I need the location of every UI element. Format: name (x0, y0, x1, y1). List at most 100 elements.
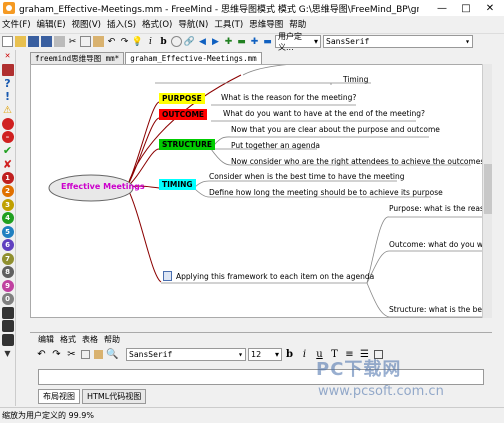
chevron-down-icon: ▾ (465, 37, 470, 46)
node-timing[interactable]: TIMING (159, 179, 196, 190)
bold-icon[interactable]: b (284, 349, 295, 360)
menu-navigate[interactable]: 导航(N) (178, 18, 208, 30)
node-timing-item-2[interactable]: Define how long the meeting should be to… (209, 188, 443, 197)
scrollbar-thumb[interactable] (484, 164, 492, 214)
note-icon[interactable] (171, 36, 182, 47)
arrow-right-icon[interactable]: ▶ (210, 36, 221, 47)
cut-icon[interactable]: ✂ (67, 36, 78, 47)
bold-icon[interactable]: b (158, 36, 169, 47)
stop-icon[interactable] (1, 117, 14, 130)
menu-tools[interactable]: 工具(T) (214, 18, 243, 30)
node-outcome[interactable]: OUTCOME (159, 109, 208, 120)
node-structure-item-2[interactable]: Put together an agenda (231, 141, 320, 150)
open-folder-icon[interactable] (15, 36, 26, 47)
node-right-structure[interactable]: Structure: what is the best (389, 305, 489, 314)
scroll-down-icon[interactable]: ▼ (2, 347, 14, 359)
priority-6-icon[interactable]: 6 (1, 239, 14, 251)
node-outcome-text[interactable]: What do you want to have at the end of t… (223, 109, 425, 118)
font-select[interactable]: SansSerif ▾ (323, 35, 473, 48)
priority-4-icon[interactable]: 4 (1, 212, 14, 224)
editor-font-select[interactable]: SansSerif ▾ (126, 347, 246, 361)
remove-icon-icon[interactable]: ✕ (2, 50, 14, 62)
priority-8-icon[interactable]: 8 (1, 266, 14, 278)
node-timing-item-1[interactable]: Consider when is the best time to have t… (209, 172, 405, 181)
note-text-area[interactable] (38, 369, 484, 385)
italic-icon[interactable]: i (299, 349, 310, 360)
exclamation-icon[interactable]: ! (2, 90, 14, 103)
check-icon[interactable]: ✔ (2, 144, 14, 157)
link-icon[interactable]: 🔗 (184, 36, 195, 47)
remove-all-icons-icon[interactable] (1, 63, 14, 76)
node-framework[interactable]: Applying this framework to each item on … (176, 272, 374, 281)
italic-icon[interactable]: i (145, 36, 156, 47)
editor-menu-edit[interactable]: 编辑 (38, 334, 54, 345)
paste-icon[interactable] (94, 349, 103, 359)
paste-icon[interactable] (93, 36, 104, 47)
add-node-icon[interactable]: ✚ (223, 36, 234, 47)
cut-icon[interactable]: ✂ (66, 349, 77, 360)
traffic-light-yellow-icon[interactable] (1, 320, 14, 332)
save-icon[interactable] (28, 36, 39, 47)
redo-icon[interactable]: ↷ (119, 36, 130, 47)
node-structure-item-3[interactable]: Now consider who are the right attendees… (231, 157, 484, 166)
copy-icon[interactable] (80, 36, 91, 47)
node-right-outcome[interactable]: Outcome: what do you wa (389, 240, 488, 249)
node-timing-top[interactable]: Timing (343, 75, 368, 84)
copy-icon[interactable] (81, 349, 90, 359)
editor-menu-help[interactable]: 帮助 (104, 334, 120, 345)
warning-icon[interactable]: ⚠ (2, 104, 14, 116)
print-icon[interactable] (54, 36, 65, 47)
save-as-icon[interactable] (41, 36, 52, 47)
root-node[interactable]: Effective Meetings (61, 182, 145, 191)
priority-7-icon[interactable]: 7 (1, 252, 14, 265)
find-icon[interactable]: 🔍 (106, 349, 118, 360)
tab-layout-view[interactable]: 布局视图 (38, 389, 80, 404)
menu-file[interactable]: 文件(F) (2, 18, 31, 30)
minimize-button[interactable]: — (430, 0, 454, 16)
tab-html-view[interactable]: HTML代码视图 (82, 389, 147, 404)
priority-5-icon[interactable]: 5 (1, 225, 14, 238)
zoom-select[interactable]: 用户定义... ▾ (275, 32, 321, 52)
priority-0-icon[interactable]: 0 (1, 293, 14, 305)
tab-effective-meetings[interactable]: graham_Effective-Meetings.mm (125, 52, 262, 64)
forbidden-icon[interactable]: – (1, 131, 14, 143)
priority-3-icon[interactable]: 3 (1, 198, 14, 211)
node-structure-item-1[interactable]: Now that you are clear about the purpose… (231, 125, 440, 134)
tab-freemind-map[interactable]: freemind思维导图 mm* (30, 52, 125, 64)
menu-edit[interactable]: 编辑(E) (37, 18, 66, 30)
menu-insert[interactable]: 插入(S) (107, 18, 136, 30)
editor-menu-table[interactable]: 表格 (82, 334, 98, 345)
editor-menu-format[interactable]: 格式 (60, 334, 76, 345)
priority-1-icon[interactable]: 1 (1, 171, 14, 184)
node-purpose[interactable]: PURPOSE (159, 93, 205, 104)
cross-icon[interactable]: ✘ (2, 158, 14, 171)
menu-view[interactable]: 视图(V) (72, 18, 101, 30)
traffic-light-red-icon[interactable] (1, 306, 14, 319)
arrow-left-icon[interactable]: ◀ (197, 36, 208, 47)
traffic-light-green-icon[interactable] (1, 333, 14, 346)
question-icon[interactable]: ? (2, 77, 14, 90)
idea-icon[interactable]: 💡 (132, 36, 143, 47)
maximize-button[interactable]: □ (454, 0, 478, 16)
zoom-in-icon[interactable]: ✚ (249, 36, 260, 47)
undo-icon[interactable]: ↶ (36, 349, 47, 360)
mindmap-canvas[interactable]: Effective Meetings Timing PURPOSE What i… (30, 64, 492, 318)
node-purpose-text[interactable]: What is the reason for the meeting? (221, 93, 356, 102)
menu-help[interactable]: 帮助 (289, 18, 306, 30)
chevron-down-icon: ▾ (238, 349, 243, 359)
priority-2-icon[interactable]: 2 (1, 185, 14, 197)
editor-view-tabs: 布局视图 HTML代码视图 (38, 389, 148, 404)
new-file-icon[interactable] (2, 36, 13, 47)
canvas-scrollbar[interactable] (482, 64, 492, 318)
zoom-out-icon[interactable]: ▬ (262, 36, 273, 47)
close-button[interactable]: ✕ (478, 0, 502, 16)
node-right-purpose[interactable]: Purpose: what is the reaso (389, 204, 489, 213)
editor-size-select[interactable]: 12 ▾ (248, 347, 282, 361)
undo-icon[interactable]: ↶ (106, 36, 117, 47)
menu-format[interactable]: 格式(O) (142, 18, 172, 30)
menu-mindmap[interactable]: 思维导图 (249, 18, 283, 30)
node-structure[interactable]: STRUCTURE (159, 139, 215, 150)
redo-icon[interactable]: ↷ (51, 349, 62, 360)
priority-9-icon[interactable]: 9 (1, 279, 14, 292)
remove-node-icon[interactable]: ▬ (236, 36, 247, 47)
